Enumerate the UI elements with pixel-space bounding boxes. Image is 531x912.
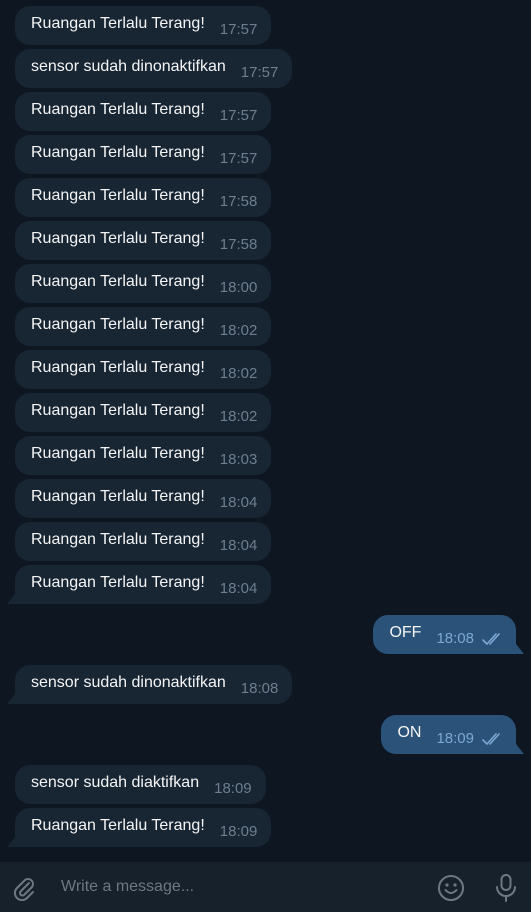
message-text: sensor sudah diaktifkan [31, 773, 200, 791]
message-outgoing: OFF 18:08 [373, 615, 516, 654]
message-time: 18:08 [240, 680, 279, 697]
message-incoming: Ruangan Terlalu Terang! 18:03 [15, 436, 272, 475]
message-time: 17:57 [219, 107, 258, 124]
message-incoming: sensor sudah dinonaktifkan 18:08 [15, 665, 293, 704]
message-text: ON [397, 723, 422, 741]
message-incoming: sensor sudah dinonaktifkan 17:57 [15, 49, 293, 88]
paperclip-icon[interactable] [11, 875, 37, 902]
message-time: 18:09 [436, 730, 474, 747]
message-text: sensor sudah dinonaktifkan [31, 57, 226, 75]
message-time: 18:04 [219, 537, 258, 554]
message-time: 18:04 [219, 494, 258, 511]
message-time: 17:57 [219, 150, 258, 167]
message-text: Ruangan Terlalu Terang! [31, 573, 205, 591]
microphone-icon[interactable] [493, 873, 519, 903]
read-receipt-icon [482, 732, 504, 746]
message-time: 18:02 [219, 365, 258, 382]
message-time: 17:58 [219, 236, 258, 253]
message-time: 18:03 [219, 451, 258, 468]
message-incoming: Ruangan Terlalu Terang! 18:04 [15, 522, 272, 561]
message-text: Ruangan Terlalu Terang! [31, 358, 205, 376]
message-list: Ruangan Terlalu Terang! 17:57 sensor sud… [0, 0, 531, 862]
message-incoming: Ruangan Terlalu Terang! 17:58 [15, 178, 272, 217]
message-time: 17:57 [219, 21, 258, 38]
message-incoming: Ruangan Terlalu Terang! 18:09 [15, 808, 272, 847]
message-time: 17:57 [240, 64, 279, 81]
message-text: Ruangan Terlalu Terang! [31, 401, 205, 419]
message-text: Ruangan Terlalu Terang! [31, 186, 205, 204]
message-incoming: Ruangan Terlalu Terang! 17:57 [15, 135, 272, 174]
message-time: 18:09 [219, 823, 258, 840]
message-text: Ruangan Terlalu Terang! [31, 816, 205, 834]
message-text: Ruangan Terlalu Terang! [31, 100, 205, 118]
message-incoming: Ruangan Terlalu Terang! 17:57 [15, 6, 272, 45]
message-text: Ruangan Terlalu Terang! [31, 315, 205, 333]
message-outgoing: ON 18:09 [381, 715, 516, 754]
message-incoming: Ruangan Terlalu Terang! 18:02 [15, 307, 272, 346]
message-time: 18:02 [219, 322, 258, 339]
message-incoming: Ruangan Terlalu Terang! 18:02 [15, 393, 272, 432]
message-text: Ruangan Terlalu Terang! [31, 14, 205, 32]
message-text: OFF [389, 623, 422, 641]
message-text: Ruangan Terlalu Terang! [31, 444, 205, 462]
message-incoming: Ruangan Terlalu Terang! 17:58 [15, 221, 272, 260]
message-text: Ruangan Terlalu Terang! [31, 487, 205, 505]
message-time: 18:00 [219, 279, 258, 296]
message-time: 18:09 [214, 780, 252, 797]
message-incoming: Ruangan Terlalu Terang! 18:00 [15, 264, 272, 303]
message-text: sensor sudah dinonaktifkan [31, 673, 226, 691]
message-text: Ruangan Terlalu Terang! [31, 143, 205, 161]
message-incoming: Ruangan Terlalu Terang! 18:02 [15, 350, 272, 389]
message-time: 18:08 [436, 630, 474, 647]
message-incoming: Ruangan Terlalu Terang! 17:57 [15, 92, 272, 131]
message-time: 17:58 [219, 193, 258, 210]
emoji-icon[interactable] [437, 874, 465, 902]
message-input[interactable]: Write a message... [61, 878, 194, 896]
message-time: 18:02 [219, 408, 258, 425]
message-incoming: Ruangan Terlalu Terang! 18:04 [15, 565, 272, 604]
message-text: Ruangan Terlalu Terang! [31, 530, 205, 548]
message-time: 18:04 [219, 580, 258, 597]
message-composer: Write a message... [0, 862, 531, 912]
read-receipt-icon [482, 632, 504, 646]
message-text: Ruangan Terlalu Terang! [31, 272, 205, 290]
message-text: Ruangan Terlalu Terang! [31, 229, 205, 247]
message-incoming: sensor sudah diaktifkan 18:09 [15, 765, 266, 804]
message-incoming: Ruangan Terlalu Terang! 18:04 [15, 479, 272, 518]
